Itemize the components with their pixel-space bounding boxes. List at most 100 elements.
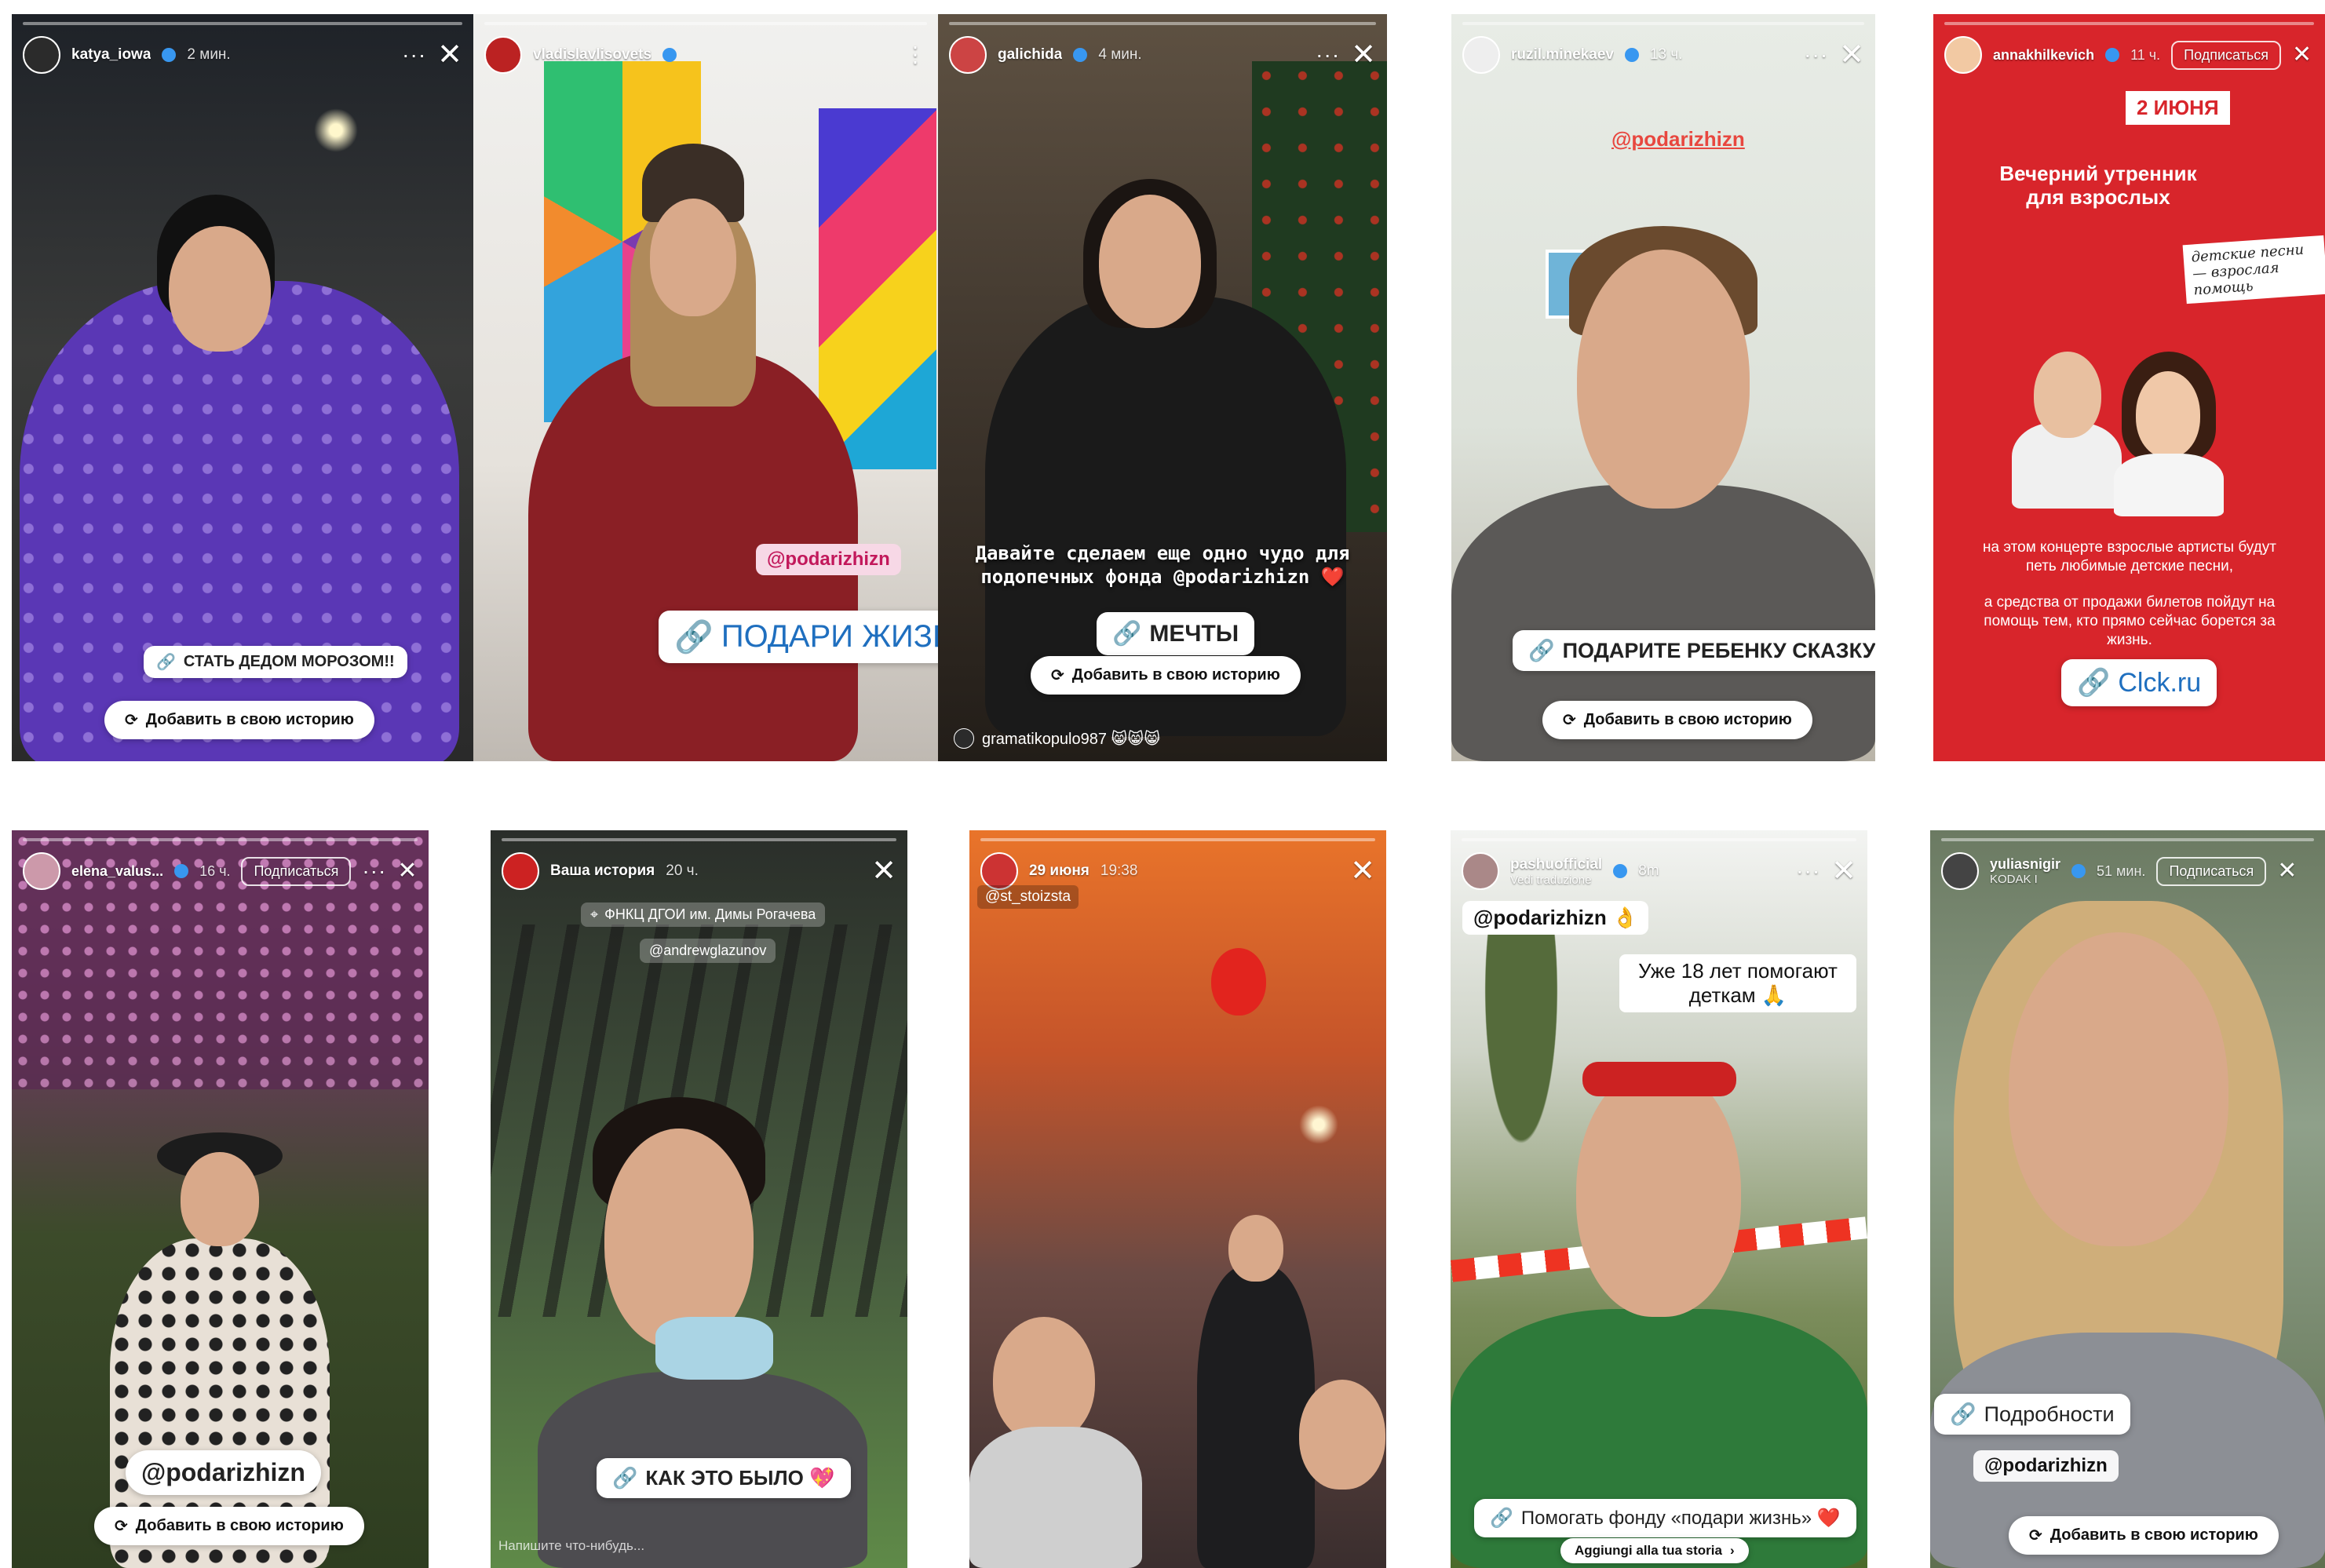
story-pashuofficial[interactable]: pashuofficial Vedi traduzione 8m ··· ✕ @… — [1451, 830, 1867, 1568]
add-to-story-label: Добавить в свою историю — [2049, 1526, 2258, 1544]
avatar[interactable] — [484, 36, 522, 74]
date-badge: 2 ИЮНЯ — [2126, 91, 2230, 125]
reply-field[interactable]: Напишите что-нибудь... — [498, 1538, 644, 1554]
music-label[interactable]: KODAK I — [1990, 873, 2060, 886]
avatar[interactable] — [980, 852, 1018, 890]
avatar[interactable] — [1941, 852, 1979, 890]
story-ruzil-minekaev[interactable]: ruzil.minekaev 13 ч. ··· ✕ @podarizhizn … — [1451, 14, 1875, 761]
add-to-story-label: Добавить в свою историю — [135, 1517, 344, 1534]
follow-button[interactable]: Подписаться — [2171, 40, 2281, 70]
avatar[interactable] — [1462, 36, 1500, 74]
avatar[interactable] — [949, 36, 987, 74]
mention-sticker[interactable]: @podarizhizn — [756, 544, 901, 575]
story-katya-iowa[interactable]: katya_iowa 2 мин. ··· ✕ 🔗 СТАТЬ ДЕДОМ МО… — [12, 14, 473, 761]
more-options-icon[interactable]: ··· — [1316, 44, 1340, 66]
sticker-label: ПОДАРИ ЖИЗНЬ — [721, 619, 938, 654]
add-to-story-label: Aggiungi alla tua storia — [1575, 1543, 1722, 1558]
link-sticker[interactable]: 🔗 ПОДАРИТЕ РЕБЕНКУ СКАЗКУ — [1513, 630, 1875, 671]
verified-icon — [162, 48, 177, 62]
avatar[interactable] — [23, 36, 60, 74]
username[interactable]: elena_valus... — [71, 863, 163, 880]
mention-sticker[interactable]: @andrewglazunov — [640, 939, 776, 963]
progress-bar — [1462, 838, 1856, 841]
link-icon: 🔗 — [1528, 639, 1555, 662]
add-to-story-button[interactable]: ⟳ Добавить в свою историю — [104, 701, 374, 739]
verified-icon — [1624, 48, 1639, 62]
mention-sticker[interactable]: @podarizhizn — [1600, 122, 1756, 156]
more-options-icon[interactable]: ··· — [362, 860, 386, 882]
story-elena-valus[interactable]: elena_valus... 16 ч. Подписаться ··· ✕ @… — [12, 830, 429, 1568]
close-icon[interactable]: ✕ — [1831, 856, 1856, 886]
follow-button[interactable]: Подписаться — [2156, 856, 2267, 886]
username[interactable]: Ваша история — [550, 862, 655, 880]
username[interactable]: 29 июня — [1029, 862, 1090, 880]
username[interactable]: ruzil.minekaev — [1511, 46, 1614, 64]
story-yuliasnigir[interactable]: yuliasnigir KODAK I 51 мин. Подписаться … — [1930, 830, 2325, 1568]
sticker-label: МЕЧТЫ — [1149, 620, 1239, 647]
follow-button[interactable]: Подписаться — [241, 856, 352, 886]
sticker-label: Помогать фонду «подари жизнь» ❤️ — [1520, 1508, 1841, 1529]
progress-bar — [1941, 838, 2314, 841]
link-sticker[interactable]: 🔗 МЕЧТЫ — [1097, 612, 1255, 655]
street-lamp — [314, 108, 358, 152]
link-sticker[interactable]: 🔗 КАК ЭТО БЫЛО 💖 — [597, 1458, 851, 1498]
more-options-icon[interactable]: ⋮ — [904, 44, 927, 66]
add-to-story-button[interactable]: ⟳ Добавить в свою историю — [2009, 1516, 2279, 1555]
add-to-story-label: Добавить в свою историю — [1071, 666, 1280, 684]
avatar[interactable] — [23, 852, 60, 890]
refresh-icon: ⟳ — [1051, 667, 1064, 684]
link-sticker[interactable]: 🔗 Помогать фонду «подари жизнь» ❤️ — [1474, 1499, 1856, 1537]
verified-icon — [2105, 48, 2120, 62]
add-to-story-button[interactable]: ⟳ Добавить в свою историю — [1542, 701, 1812, 739]
mention-sticker[interactable]: @podarizhizn 👌 — [1462, 901, 1649, 935]
close-icon[interactable]: ✕ — [871, 856, 896, 886]
avatar[interactable] — [502, 852, 539, 890]
avatar[interactable] — [1462, 852, 1499, 890]
close-icon[interactable]: ✕ — [1839, 40, 1864, 70]
username-text[interactable]: pashuofficial — [1510, 856, 1602, 873]
link-sticker[interactable]: 🔗 ПОДАРИ ЖИЗНЬ — [659, 611, 938, 663]
story-header: annakhilkevich 11 ч. Подписаться ✕ — [1944, 31, 2314, 78]
username[interactable]: galichida — [998, 46, 1062, 64]
username-text[interactable]: yuliasnigir — [1990, 856, 2060, 872]
close-icon[interactable]: ✕ — [437, 40, 462, 70]
location-sticker[interactable]: ⌖ ФНКЦ ДГОИ им. Димы Рогачева — [581, 903, 826, 927]
close-icon[interactable]: ✕ — [2292, 43, 2312, 67]
timestamp: 4 мин. — [1098, 46, 1142, 63]
add-to-story-button[interactable]: Aggiungi alla tua storia › — [1560, 1538, 1749, 1563]
story-header: galichida 4 мин. ··· ✕ — [949, 31, 1376, 78]
translate-link[interactable]: Vedi traduzione — [1510, 873, 1602, 887]
avatar[interactable] — [1944, 36, 1982, 74]
story-concert[interactable]: 29 июня 19:38 ✕ @st_stoizsta — [969, 830, 1386, 1568]
story-caption: Давайте сделаем еще одно чудо для подопе… — [975, 542, 1350, 588]
more-options-icon[interactable]: ··· — [402, 44, 426, 66]
story-header: yuliasnigir KODAK I 51 мин. Подписаться … — [1941, 848, 2314, 895]
add-to-story-button[interactable]: ⟳ Добавить в свою историю — [1031, 656, 1301, 695]
viewer-row: gramatikopulo987 😸😸😸 — [954, 728, 1160, 749]
link-sticker[interactable]: 🔗 Clck.ru — [2061, 659, 2217, 706]
add-to-story-button[interactable]: ⟳ Добавить в свою историю — [94, 1507, 364, 1545]
mention-sticker[interactable]: @st_stoizsta — [977, 885, 1079, 909]
close-icon[interactable]: ✕ — [397, 859, 417, 883]
more-options-icon[interactable]: ··· — [1796, 860, 1820, 882]
story-header: katya_iowa 2 мин. ··· ✕ — [23, 31, 462, 78]
verified-icon — [1613, 864, 1628, 878]
link-icon: 🔗 — [674, 620, 714, 655]
link-sticker[interactable]: 🔗 Подробности — [1934, 1394, 2130, 1435]
more-options-icon[interactable]: ··· — [1804, 44, 1828, 66]
username[interactable]: vladislavlisovets — [533, 46, 652, 64]
story-galichida[interactable]: galichida 4 мин. ··· ✕ Давайте сделаем е… — [938, 14, 1387, 761]
username[interactable]: katya_iowa — [71, 46, 151, 64]
mention-sticker[interactable]: @podarizhizn — [1973, 1450, 2119, 1482]
chevron-right-icon: › — [1729, 1543, 1735, 1558]
link-sticker[interactable]: 🔗 СТАТЬ ДЕДОМ МОРОЗОМ!! — [144, 646, 407, 678]
story-header: Ваша история 20 ч. ✕ — [502, 848, 896, 895]
story-your-story[interactable]: Ваша история 20 ч. ✕ ⌖ ФНКЦ ДГОИ им. Дим… — [491, 830, 907, 1568]
story-vladislavlisovets[interactable]: vladislavlisovets ⋮ @podarizhizn 🔗 ПОДАР… — [473, 14, 938, 761]
close-icon[interactable]: ✕ — [1350, 856, 1375, 886]
story-annakhilkevich[interactable]: annakhilkevich 11 ч. Подписаться ✕ 2 ИЮН… — [1933, 14, 2325, 761]
close-icon[interactable]: ✕ — [2277, 859, 2297, 883]
mention-sticker[interactable]: @podarizhizn — [126, 1450, 321, 1495]
username[interactable]: annakhilkevich — [1993, 47, 2094, 64]
close-icon[interactable]: ✕ — [1351, 40, 1376, 70]
